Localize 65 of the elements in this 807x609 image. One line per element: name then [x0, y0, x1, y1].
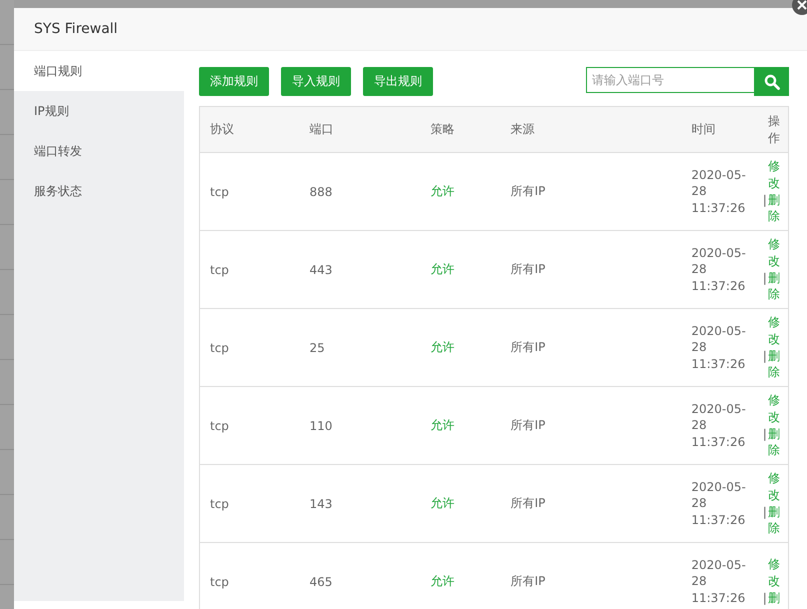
- action-link[interactable]: 修改: [766, 556, 780, 590]
- table-cell: 888: [310, 184, 332, 198]
- table-cell: 允许: [430, 184, 454, 198]
- table-cell: 所有IP: [510, 418, 546, 432]
- table-cell: 所有IP: [510, 184, 546, 198]
- action-link[interactable]: 修改: [766, 236, 780, 270]
- table-cell: 110: [310, 418, 332, 432]
- action-link[interactable]: 修改: [766, 470, 780, 504]
- toolbar-button[interactable]: 导入规则: [281, 67, 351, 96]
- table-cell: 143: [310, 496, 332, 510]
- action-link[interactable]: 删: [766, 590, 780, 607]
- separator: |: [762, 192, 767, 208]
- action-link[interactable]: 删除: [766, 426, 780, 460]
- table-cell: tcp: [210, 262, 229, 276]
- column-header: 策略: [430, 121, 454, 138]
- table-cell: tcp: [210, 340, 229, 354]
- action-link[interactable]: 删除: [766, 192, 780, 226]
- table-cell: 25: [310, 340, 325, 354]
- table-cell: 所有IP: [510, 340, 546, 354]
- action-link[interactable]: 删除: [766, 270, 780, 304]
- table-cell: 允许: [430, 418, 454, 432]
- window-title: SYS Firewall: [34, 21, 118, 37]
- column-header: 来源: [510, 121, 535, 138]
- table-cell: tcp: [210, 496, 229, 510]
- separator: |: [762, 504, 767, 520]
- separator: |: [762, 426, 767, 442]
- table-cell: tcp: [210, 574, 229, 588]
- table-cell: 允许: [430, 496, 454, 510]
- table-cell-text: 2020-05-28 11:37:26: [691, 323, 747, 372]
- table-cell: 允许: [430, 262, 454, 276]
- sidebar-item[interactable]: 端口规则: [14, 51, 184, 91]
- sidebar-item[interactable]: 服务状态: [14, 171, 184, 211]
- column-header: 端口: [310, 121, 334, 138]
- table-cell: 允许: [430, 574, 454, 588]
- table-cell: 所有IP: [510, 496, 546, 510]
- search-button[interactable]: [754, 67, 789, 96]
- table-cell: 允许: [430, 340, 454, 354]
- separator: |: [762, 270, 767, 286]
- table-cell: tcp: [210, 418, 229, 432]
- table-cell-text: 2020-05-28 11:37:26: [691, 557, 747, 606]
- separator: |: [762, 590, 767, 607]
- action-link[interactable]: 修改: [766, 158, 780, 192]
- column-header: 时间: [691, 121, 716, 138]
- column-header: 操作: [767, 112, 780, 146]
- action-link[interactable]: 删除: [766, 348, 780, 382]
- table-cell-text: 2020-05-28 11:37:26: [691, 167, 747, 216]
- toolbar-button[interactable]: 导出规则: [363, 67, 433, 96]
- table-cell: 所有IP: [510, 574, 546, 588]
- table-cell: tcp: [210, 184, 229, 198]
- table-cell: 465: [310, 574, 332, 588]
- sidebar-item[interactable]: IP规则: [14, 91, 184, 131]
- search-icon: [764, 74, 780, 90]
- search-field[interactable]: 请输入端口号: [586, 67, 754, 93]
- toolbar-button[interactable]: 添加规则: [199, 67, 269, 96]
- table-cell-text: 2020-05-28 11:37:26: [691, 245, 747, 294]
- action-link[interactable]: 修改: [766, 392, 780, 426]
- table-cell: 所有IP: [510, 262, 546, 276]
- action-link[interactable]: 删除: [766, 504, 780, 538]
- table-cell-text: 2020-05-28 11:37:26: [691, 479, 747, 528]
- column-header: 协议: [210, 121, 234, 138]
- table-cell: 443: [310, 262, 332, 276]
- separator: |: [762, 348, 767, 364]
- action-link[interactable]: 修改: [766, 314, 780, 348]
- sidebar-item[interactable]: 端口转发: [14, 131, 184, 171]
- table-cell-text: 2020-05-28 11:37:26: [691, 401, 747, 450]
